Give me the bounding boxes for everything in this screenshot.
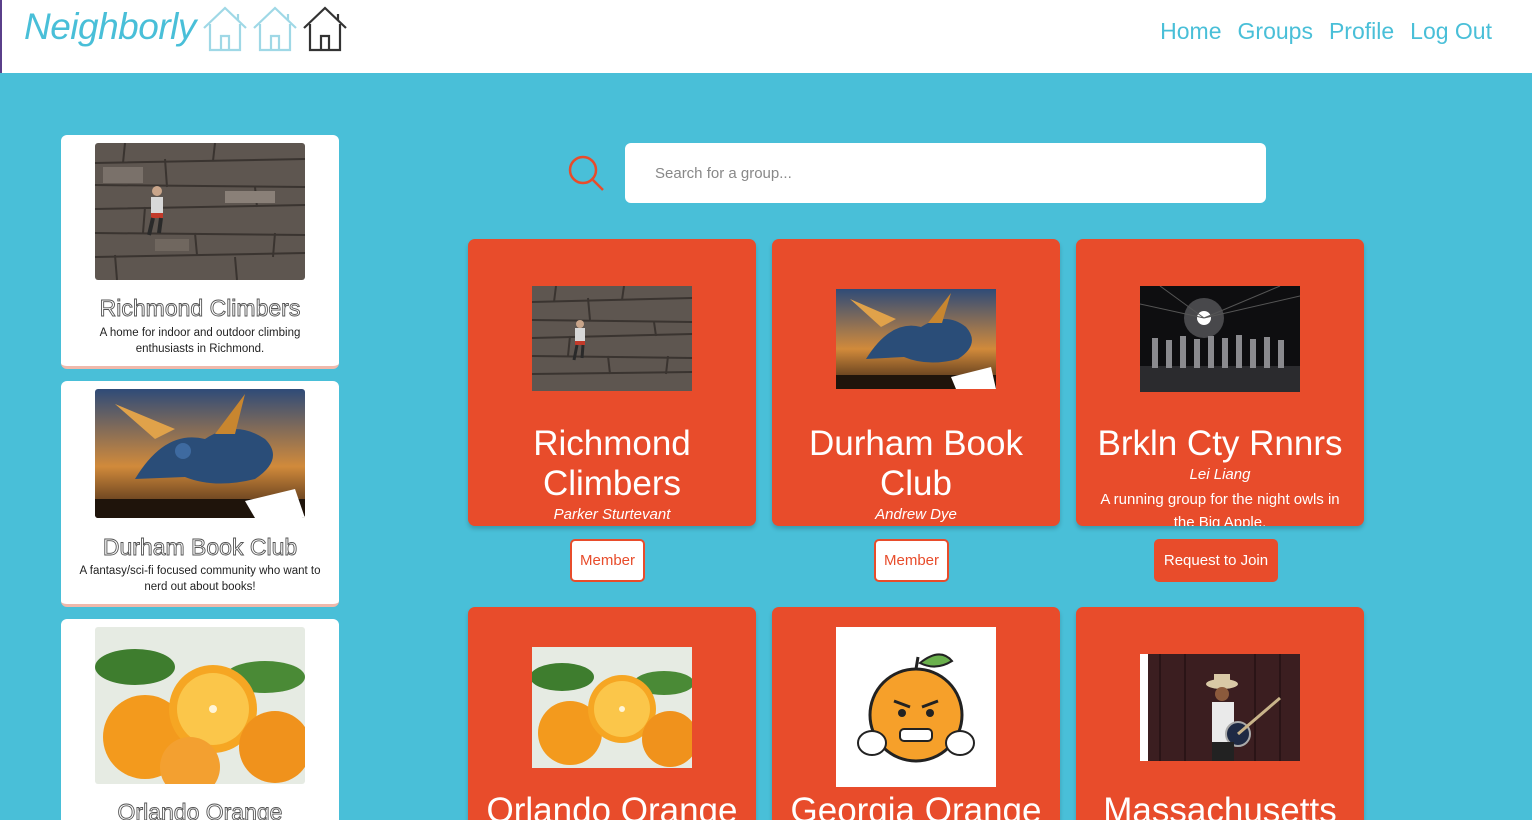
- member-button[interactable]: Member: [874, 539, 949, 582]
- nav-profile-link[interactable]: Profile: [1329, 18, 1394, 45]
- group-card[interactable]: Georgia Orange: [772, 607, 1060, 820]
- nav-groups-link[interactable]: Groups: [1238, 18, 1313, 45]
- group-title: Durham Book Club: [809, 424, 1023, 503]
- house-icon: [203, 6, 247, 52]
- group-card[interactable]: Brkln Cty Rnnrs Lei Liang A running grou…: [1076, 239, 1364, 526]
- sidebar-group-name: Richmond Climbers: [99, 295, 301, 322]
- group-owner: Lei Liang: [1189, 466, 1251, 483]
- group-card[interactable]: Orlando Orange: [468, 607, 756, 820]
- climbing-wall-image: [532, 286, 692, 391]
- search-icon[interactable]: [566, 153, 606, 193]
- house-icon: [303, 6, 347, 52]
- logo-houses-icon: [200, 4, 350, 52]
- nav-logout-link[interactable]: Log Out: [1410, 18, 1492, 45]
- group-title: Richmond Climbers: [533, 424, 691, 503]
- sidebar-group-description: A fantasy/sci-fi focused community who w…: [79, 565, 321, 593]
- group-description: A running group for the night owls in th…: [1100, 491, 1340, 526]
- group-owner: Andrew Dye: [875, 506, 957, 523]
- group-card[interactable]: Durham Book Club Andrew Dye: [772, 239, 1060, 526]
- house-icon: [253, 6, 297, 52]
- group-card[interactable]: Massachusetts: [1076, 607, 1364, 820]
- group-title: Orlando Orange: [486, 791, 738, 820]
- oranges-image: [532, 647, 692, 768]
- sidebar-group-card[interactable]: Durham Book Club A fantasy/sci-fi focuse…: [61, 381, 339, 607]
- dragon-image: [95, 389, 305, 518]
- banjo-player-image: [1140, 654, 1300, 761]
- sidebar-group-card[interactable]: Richmond Climbers A home for indoor and …: [61, 135, 339, 369]
- group-title: Brkln Cty Rnnrs: [1097, 424, 1343, 463]
- climbing-wall-image: [95, 143, 305, 280]
- group-owner: Parker Sturtevant: [553, 506, 671, 523]
- group-search-input[interactable]: [625, 143, 1266, 203]
- dragon-image: [836, 289, 996, 389]
- group-card[interactable]: Richmond Climbers Parker Sturtevant: [468, 239, 756, 526]
- top-header: Neighborly Home Groups Profile Log Out: [0, 0, 1532, 73]
- group-title: Georgia Orange: [790, 791, 1042, 820]
- request-to-join-button[interactable]: Request to Join: [1154, 539, 1278, 582]
- member-button[interactable]: Member: [570, 539, 645, 582]
- sidebar-group-name: Orlando Orange: [117, 799, 283, 820]
- sidebar-group-description: A home for indoor and outdoor climbing e…: [99, 327, 301, 355]
- oranges-image: [95, 627, 305, 784]
- group-title: Massachusetts: [1103, 791, 1337, 820]
- night-runners-image: [1140, 286, 1300, 392]
- angry-orange-image: [836, 627, 996, 787]
- sidebar-group-name: Durham Book Club: [102, 534, 298, 561]
- app-logo-text[interactable]: Neighborly: [24, 6, 196, 48]
- sidebar-group-card[interactable]: Orlando Orange: [61, 619, 339, 820]
- main-nav: Home Groups Profile Log Out: [1160, 18, 1492, 45]
- nav-home-link[interactable]: Home: [1160, 18, 1221, 45]
